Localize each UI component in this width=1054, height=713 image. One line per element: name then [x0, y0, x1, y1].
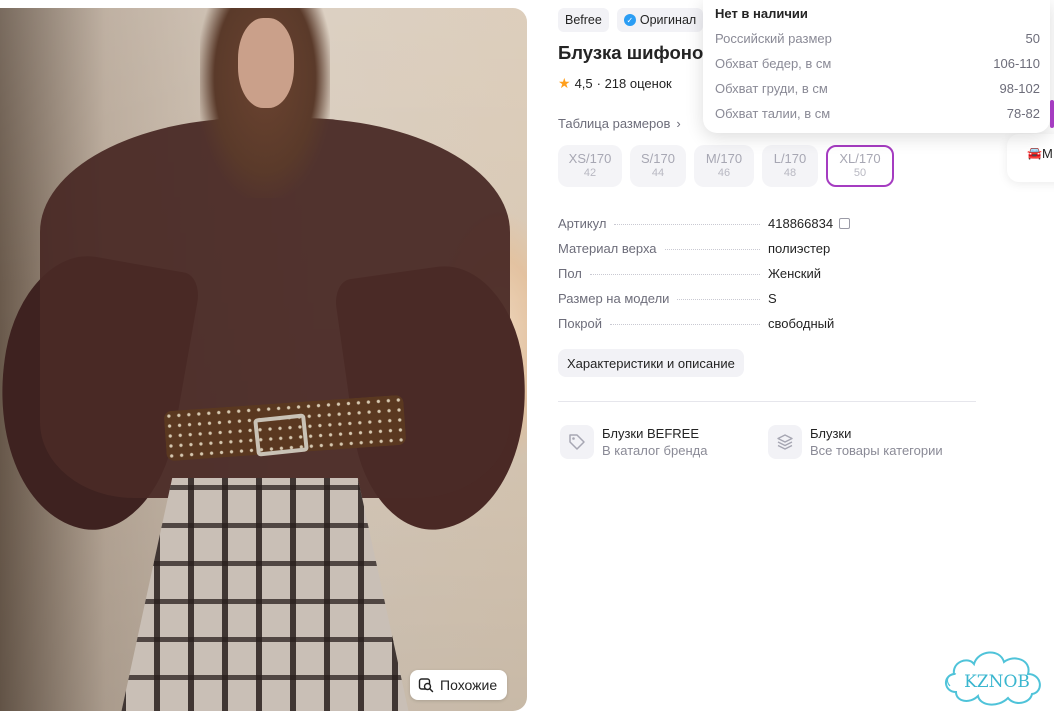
size-tooltip: Нет в наличии Российский размер 50 Обхва…	[703, 0, 1054, 133]
rating-value: 4,5	[574, 76, 593, 91]
size-ru: 44	[651, 167, 665, 180]
original-chip[interactable]: ✓ Оригинал	[616, 8, 704, 32]
star-icon: ★	[558, 75, 571, 91]
copy-icon[interactable]	[839, 218, 851, 229]
tooltip-value: 98-102	[999, 81, 1040, 96]
category-title: Блузки	[810, 426, 852, 441]
tooltip-key: Обхват бедер, в см	[715, 56, 832, 71]
brand-catalog-link[interactable]: Блузки BEFREE В каталог бренда	[560, 425, 707, 459]
size-ru: 48	[783, 167, 797, 180]
similar-search-icon	[418, 678, 434, 693]
brand-catalog-title: Блузки BEFREE	[602, 426, 700, 441]
verified-check-icon: ✓	[623, 14, 636, 26]
article-value: 418866834	[768, 216, 868, 231]
spec-leader	[664, 249, 760, 250]
spec-leader	[677, 299, 760, 300]
category-sub: Все товары категории	[810, 443, 943, 458]
characteristics-label: Характеристики и описание	[567, 355, 735, 371]
spec-leader	[614, 224, 760, 225]
product-badges: Befree ✓ Оригинал	[558, 8, 704, 32]
size-table-label: Таблица размеров	[558, 116, 671, 131]
spec-row: Материал верха полиэстер	[558, 241, 868, 266]
tooltip-key: Обхват талии, в см	[715, 106, 831, 121]
size-selector: XS/170 42 S/170 44 M/170 46 L/170 48 XL/…	[558, 145, 894, 187]
tooltip-row: Обхват бедер, в см 106-110	[715, 56, 1040, 71]
original-chip-label: Оригинал	[639, 13, 697, 27]
brand-chip-label: Befree	[565, 13, 602, 27]
car-icon: 🚘	[1027, 146, 1042, 160]
size-label: S/170	[641, 151, 675, 167]
tooltip-row: Российский размер 50	[715, 31, 1040, 46]
delivery-card[interactable]: 🚘 М	[1007, 134, 1054, 182]
product-rating[interactable]: ★ 4,5 · 218 оценок	[558, 75, 672, 92]
similar-button-label: Похожие	[440, 677, 498, 693]
photo-buckle	[253, 413, 309, 457]
spec-leader	[589, 274, 760, 275]
spec-value: Женский	[768, 266, 821, 281]
size-ru: 42	[583, 167, 597, 180]
section-divider	[558, 401, 976, 402]
size-label: XL/170	[839, 151, 881, 167]
tooltip-row: Обхват талии, в см 78-82	[715, 106, 1040, 121]
spec-key: Артикул	[558, 216, 607, 231]
spec-leader	[609, 324, 760, 325]
spec-value: S	[768, 291, 777, 306]
size-label: M/170	[705, 151, 743, 167]
tooltip-value: 50	[1025, 31, 1040, 46]
delivery-card-label: М	[1042, 146, 1053, 161]
size-label: XS/170	[568, 151, 612, 167]
size-ru: 46	[717, 167, 731, 180]
tooltip-row: Обхват груди, в см 98-102	[715, 81, 1040, 96]
category-link[interactable]: Блузки Все товары категории	[768, 425, 943, 459]
tooltip-key: Российский размер	[715, 31, 832, 46]
characteristics-button[interactable]: Характеристики и описание	[558, 349, 744, 377]
watermark-text: KZNOB	[964, 672, 1030, 692]
size-label: L/170	[773, 151, 807, 167]
spec-key: Покрой	[558, 316, 602, 331]
photo-face	[238, 18, 294, 108]
rating-count: · 218 оценок	[596, 76, 672, 91]
brand-chip[interactable]: Befree	[558, 8, 609, 32]
size-table-link[interactable]: Таблица размеров ›	[558, 116, 681, 131]
similar-button[interactable]: Похожие	[410, 670, 508, 700]
tooltip-accent-bar	[1050, 100, 1054, 128]
layers-icon	[768, 425, 802, 459]
size-option-m[interactable]: M/170 46	[694, 145, 754, 187]
chevron-right-icon: ›	[676, 116, 681, 131]
size-option-s[interactable]: S/170 44	[630, 145, 686, 187]
tooltip-value: 106-110	[993, 56, 1040, 71]
tooltip-status: Нет в наличии	[715, 6, 808, 21]
spec-key: Материал верха	[558, 241, 657, 256]
size-option-xs[interactable]: XS/170 42	[558, 145, 622, 187]
watermark-logo: KZNOB	[945, 651, 1041, 706]
spec-row: Размер на модели S	[558, 291, 868, 316]
size-option-l[interactable]: L/170 48	[762, 145, 818, 187]
product-title: Блузка шифоно	[558, 42, 704, 63]
spec-key: Пол	[558, 266, 582, 281]
product-photo[interactable]	[0, 8, 527, 711]
tooltip-key: Обхват груди, в см	[715, 81, 828, 96]
spec-value: полиэстер	[768, 241, 831, 256]
tooltip-value: 78-82	[1006, 106, 1040, 121]
product-specs: Артикул 418866834 Материал верха полиэст…	[558, 216, 868, 341]
spec-row: Пол Женский	[558, 266, 868, 291]
size-ru: 50	[853, 167, 867, 180]
spec-key: Размер на модели	[558, 291, 670, 306]
spec-value: свободный	[768, 316, 835, 331]
spec-value: 418866834	[768, 216, 834, 231]
brand-catalog-sub: В каталог бренда	[602, 443, 708, 458]
size-option-xl[interactable]: XL/170 50	[826, 145, 894, 187]
tag-icon	[560, 425, 594, 459]
spec-row: Артикул 418866834	[558, 216, 868, 241]
spec-row: Покрой свободный	[558, 316, 868, 341]
